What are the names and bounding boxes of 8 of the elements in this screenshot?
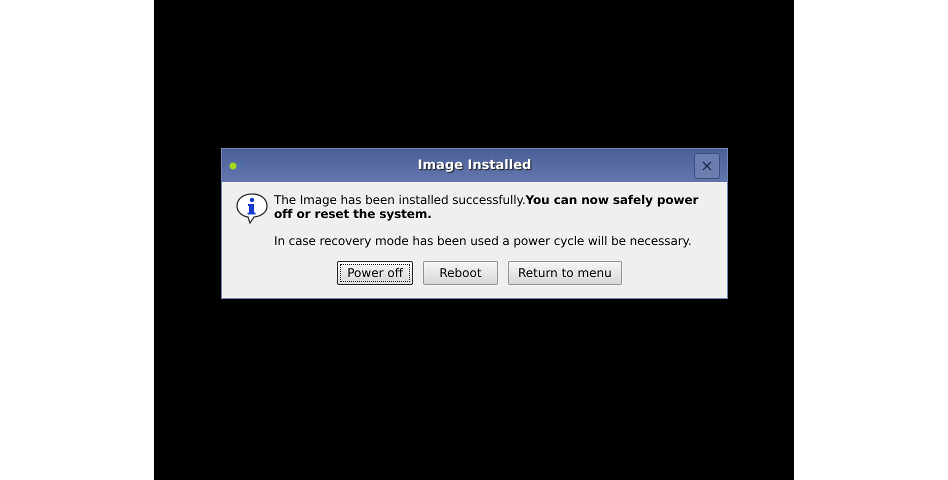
window-title: Image Installed	[418, 156, 532, 175]
app-icon	[229, 162, 245, 170]
info-icon	[235, 192, 269, 224]
dialog-button[interactable]: Return to menu	[508, 261, 622, 285]
note-text: In case recovery mode has been used a power cycle will be necessary.	[274, 234, 693, 248]
dialog-button[interactable]: Power off	[337, 261, 413, 285]
message-text: The Image has been installed successfully.You can now safely power off or reset the system.	[274, 193, 700, 221]
dialog-button[interactable]: Reboot	[422, 261, 498, 285]
